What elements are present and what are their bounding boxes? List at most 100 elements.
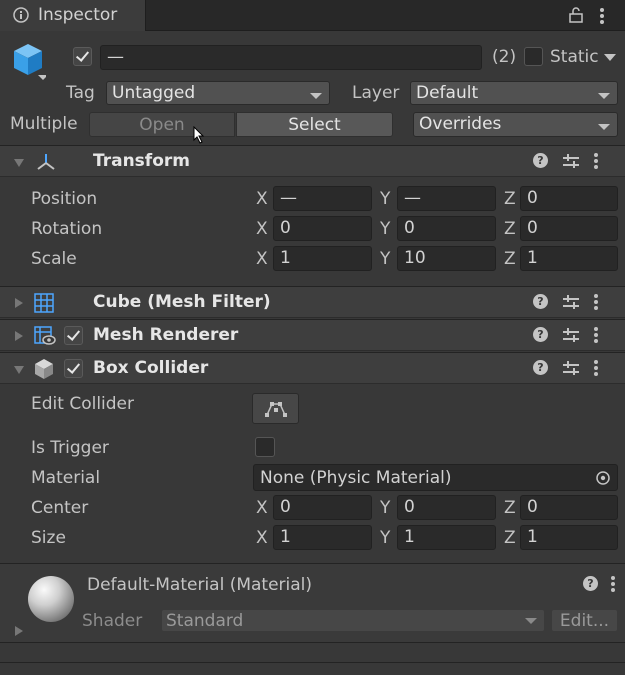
- shader-edit-button[interactable]: Edit...: [551, 609, 618, 632]
- material-title: Default-Material (Material): [87, 575, 313, 595]
- axis-y-label: Y: [380, 249, 391, 269]
- component-menu-icon[interactable]: [594, 153, 598, 169]
- material-preview-sphere[interactable]: [28, 576, 74, 622]
- size-z-field[interactable]: 1: [520, 525, 618, 550]
- help-icon[interactable]: ?: [533, 294, 548, 309]
- name-field[interactable]: —: [100, 45, 482, 70]
- transform-header[interactable]: Transform ?: [0, 145, 625, 177]
- axis-y-label: Y: [380, 498, 391, 518]
- shader-dropdown[interactable]: Standard: [161, 609, 545, 632]
- cube-icon[interactable]: [12, 42, 46, 82]
- foldout-closed-icon[interactable]: [15, 298, 23, 308]
- box-collider-enabled-checkbox[interactable]: [64, 359, 83, 378]
- axis-x-label: X: [256, 219, 268, 239]
- select-button[interactable]: Select: [236, 112, 393, 137]
- help-icon[interactable]: ?: [533, 360, 548, 375]
- axis-z-label: Z: [504, 498, 516, 518]
- shader-label: Shader: [82, 611, 143, 631]
- mesh-filter-icon: [34, 293, 54, 313]
- selection-count: (2): [492, 47, 517, 67]
- axis-y-label: Y: [380, 219, 391, 239]
- lock-icon[interactable]: [569, 7, 583, 23]
- tab-inspector[interactable]: Inspector: [0, 0, 146, 31]
- material-label: Material: [31, 468, 101, 488]
- box-collider-header[interactable]: Box Collider ?: [0, 352, 625, 384]
- mesh-renderer-title: Mesh Renderer: [93, 325, 239, 345]
- overrides-dropdown[interactable]: Overrides: [413, 112, 618, 137]
- inspector-info-icon: [13, 7, 29, 23]
- help-icon[interactable]: ?: [583, 576, 598, 591]
- tab-bar: Inspector: [0, 0, 625, 31]
- tag-label: Tag: [66, 83, 95, 103]
- divider: [0, 662, 625, 663]
- edit-collider-icon: [265, 402, 287, 417]
- static-dropdown-icon[interactable]: [604, 54, 616, 61]
- box-collider-icon: [35, 359, 53, 379]
- axis-z-label: Z: [504, 189, 516, 209]
- foldout-open-icon[interactable]: [14, 366, 24, 374]
- transform-title: Transform: [93, 151, 190, 171]
- component-menu-icon[interactable]: [594, 294, 598, 310]
- mesh-renderer-enabled-checkbox[interactable]: [64, 326, 83, 345]
- preset-icon[interactable]: [563, 360, 579, 376]
- mouse-cursor-icon: [193, 126, 205, 144]
- material-object-field[interactable]: None (Physic Material): [253, 464, 618, 491]
- mesh-renderer-header[interactable]: Mesh Renderer ?: [0, 319, 625, 351]
- static-label[interactable]: Static: [550, 47, 599, 67]
- transform-body: Position X — Y — Z 0 Rotation X 0 Y 0 Z …: [0, 183, 625, 273]
- position-z-field[interactable]: 0: [520, 186, 618, 211]
- layer-dropdown[interactable]: Default: [410, 81, 618, 105]
- multiple-label: Multiple: [10, 114, 78, 134]
- center-y-field[interactable]: 0: [397, 495, 496, 520]
- axis-z-label: Z: [504, 219, 516, 239]
- rotation-y-field[interactable]: 0: [397, 216, 496, 241]
- position-y-field[interactable]: —: [397, 186, 496, 211]
- position-label: Position: [31, 189, 98, 209]
- axis-x-label: X: [256, 498, 268, 518]
- layer-label: Layer: [352, 83, 400, 103]
- component-menu-icon[interactable]: [594, 360, 598, 376]
- position-x-field[interactable]: —: [273, 186, 372, 211]
- rotation-x-field[interactable]: 0: [273, 216, 372, 241]
- center-label: Center: [31, 498, 89, 518]
- axis-y-label: Y: [380, 189, 391, 209]
- size-label: Size: [31, 528, 66, 548]
- axis-x-label: X: [256, 528, 268, 548]
- object-picker-icon[interactable]: [595, 470, 611, 486]
- axis-x-label: X: [256, 189, 268, 209]
- static-checkbox[interactable]: [524, 47, 543, 66]
- size-y-field[interactable]: 1: [397, 525, 496, 550]
- preset-icon[interactable]: [563, 153, 579, 169]
- tab-label: Inspector: [38, 5, 118, 25]
- rotation-z-field[interactable]: 0: [520, 216, 618, 241]
- scale-x-field[interactable]: 1: [273, 246, 372, 271]
- active-checkbox[interactable]: [73, 47, 92, 66]
- preset-icon[interactable]: [563, 294, 579, 310]
- scale-z-field[interactable]: 1: [520, 246, 618, 271]
- help-icon[interactable]: ?: [533, 153, 548, 168]
- center-z-field[interactable]: 0: [520, 495, 618, 520]
- mesh-filter-header[interactable]: Cube (Mesh Filter) ?: [0, 286, 625, 318]
- mesh-renderer-icon: [34, 326, 56, 345]
- tab-menu-icon[interactable]: [600, 8, 604, 24]
- edit-collider-button[interactable]: [252, 393, 299, 424]
- axis-x-label: X: [256, 249, 268, 269]
- component-menu-icon[interactable]: [611, 576, 615, 592]
- tag-dropdown[interactable]: Untagged: [106, 81, 330, 105]
- foldout-closed-icon[interactable]: [15, 331, 23, 341]
- component-menu-icon[interactable]: [594, 327, 598, 343]
- center-x-field[interactable]: 0: [273, 495, 372, 520]
- axis-z-label: Z: [504, 528, 516, 548]
- preset-icon[interactable]: [563, 327, 579, 343]
- help-icon[interactable]: ?: [533, 327, 548, 342]
- foldout-open-icon[interactable]: [14, 159, 24, 167]
- is-trigger-checkbox[interactable]: [255, 437, 275, 457]
- foldout-closed-icon[interactable]: [15, 626, 23, 636]
- rotation-label: Rotation: [31, 219, 103, 239]
- size-x-field[interactable]: 1: [273, 525, 372, 550]
- scale-y-field[interactable]: 10: [397, 246, 496, 271]
- material-section: Default-Material (Material) Shader Stand…: [0, 563, 625, 643]
- edit-collider-label: Edit Collider: [31, 394, 135, 414]
- scale-label: Scale: [31, 249, 77, 269]
- open-button[interactable]: Open: [89, 112, 235, 137]
